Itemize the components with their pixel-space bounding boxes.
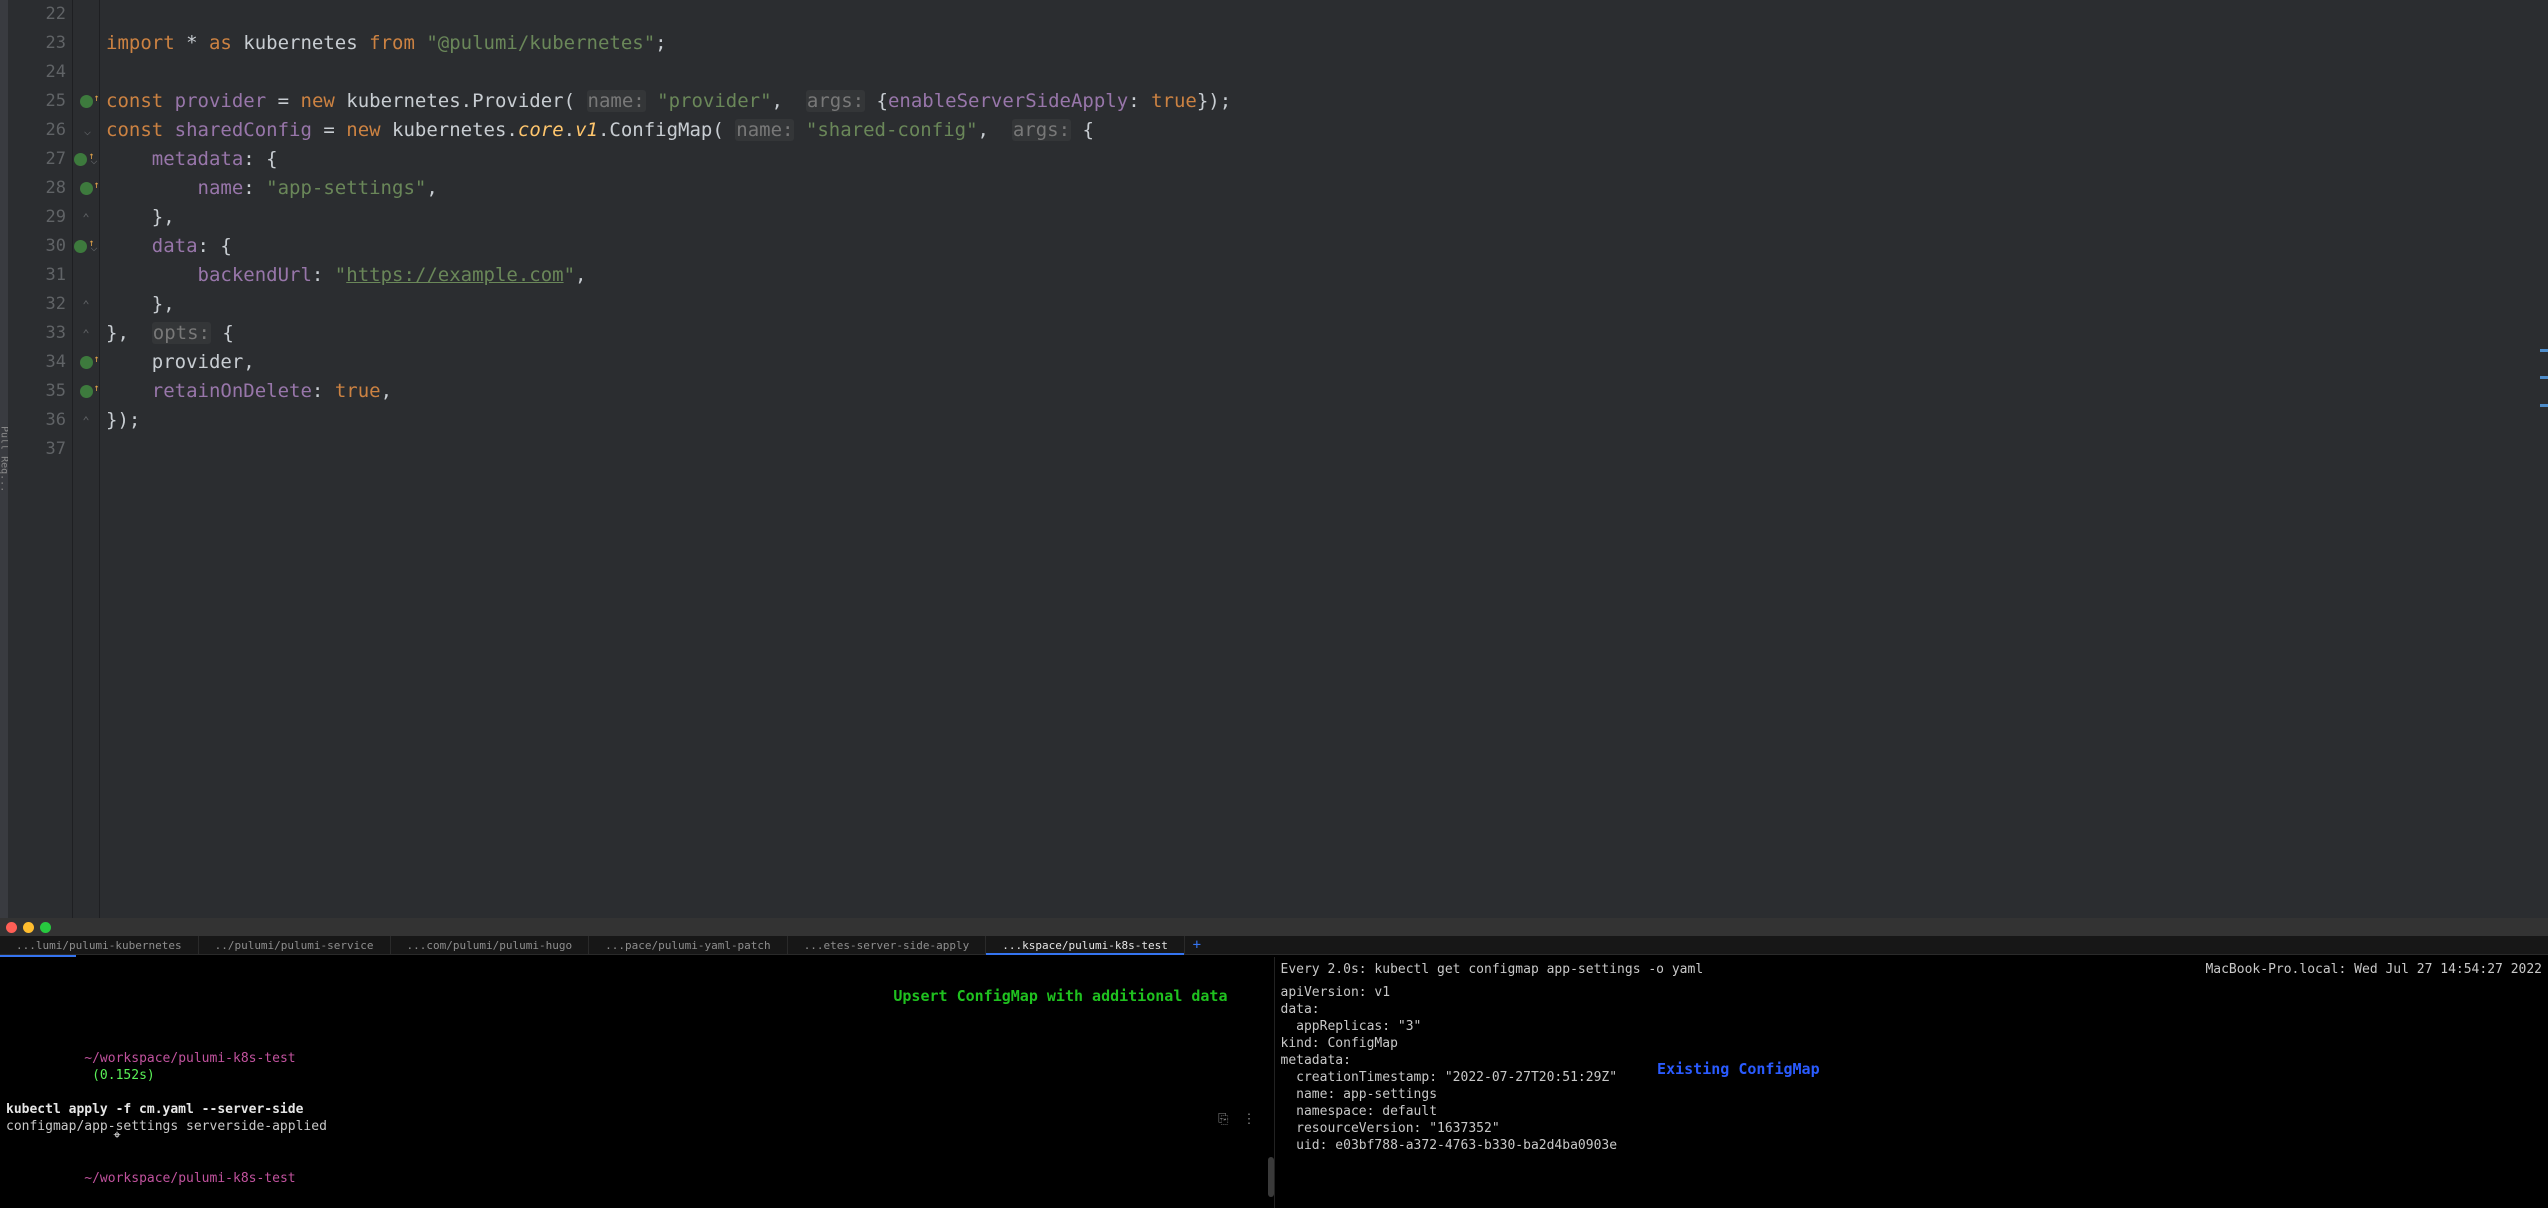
yaml-line: appReplicas: "3" [1281, 1018, 1618, 1035]
terminal-window: ...lumi/pulumi-kubernetes../pulumi/pulum… [0, 918, 2548, 1208]
yaml-line: resourceVersion: "1637352" [1281, 1120, 1618, 1137]
code-line[interactable]: }, [106, 203, 2548, 232]
gutter-marks: ↑ ↑ ↑ ⌃ ↑ ⌃ ⌃ ↑ ↑ ⌃ [73, 0, 100, 918]
code-line[interactable]: import * as kubernetes from "@pulumi/kub… [106, 29, 2548, 58]
code-line[interactable]: provider, [106, 348, 2548, 377]
hint-icon: ↑ [80, 182, 93, 195]
add-tab-button[interactable]: + [1185, 936, 1209, 954]
line-number: 22 [8, 0, 66, 29]
line-number: 31 [8, 261, 66, 290]
terminal-tab[interactable]: ...pace/pulumi-yaml-patch [589, 936, 788, 954]
right-banner: Existing ConfigMap [1657, 1061, 1820, 1078]
close-dot-icon[interactable] [6, 922, 17, 933]
yaml-line: creationTimestamp: "2022-07-27T20:51:29Z… [1281, 1069, 1618, 1086]
code-line[interactable] [106, 58, 2548, 87]
fold-end-icon: ⌃ [82, 298, 89, 312]
prompt-timing [84, 1068, 92, 1083]
code-line[interactable]: }); [106, 406, 2548, 435]
fold-end-icon: ⌃ [82, 327, 89, 341]
code-line[interactable]: backendUrl: "https://example.com", [106, 261, 2548, 290]
line-number: 25 [8, 87, 66, 116]
yaml-output: apiVersion: v1data: appReplicas: "3"kind… [1281, 984, 1618, 1154]
line-number-gutter: 22232425262728293031323334353637 [8, 0, 73, 918]
line-number: 29 [8, 203, 66, 232]
watch-command: Every 2.0s: kubectl get configmap app-se… [1281, 961, 1704, 978]
terminal-right-pane[interactable]: Every 2.0s: kubectl get configmap app-se… [1275, 957, 2548, 1208]
terminal-left-pane[interactable]: Upsert ConfigMap with additional data ⎘ … [0, 957, 1275, 1208]
yaml-line: kind: ConfigMap [1281, 1035, 1618, 1052]
scrollbar-thumb[interactable] [1268, 1157, 1274, 1197]
gutter-hint: ↑ [73, 377, 99, 406]
code-line[interactable]: data: { [106, 232, 2548, 261]
hint-icon: ↑ [74, 153, 87, 166]
code-line[interactable]: name: "app-settings", [106, 174, 2548, 203]
left-banner: Upsert ConfigMap with additional data [6, 988, 1268, 1005]
gutter-hint: ↑ [73, 145, 99, 174]
yaml-line: namespace: default [1281, 1103, 1618, 1120]
editor-scroll-markers [2536, 0, 2548, 918]
code-line[interactable] [106, 0, 2548, 29]
yaml-line: uid: e03bf788-a372-4763-b330-ba2d4ba0903… [1281, 1137, 1618, 1154]
code-line[interactable]: retainOnDelete: true, [106, 377, 2548, 406]
line-number: 35 [8, 377, 66, 406]
code-line[interactable]: }, [106, 290, 2548, 319]
code-area[interactable]: import * as kubernetes from "@pulumi/kub… [100, 0, 2548, 918]
line-number: 32 [8, 290, 66, 319]
fold-end-icon: ⌃ [82, 414, 89, 428]
line-number: 33 [8, 319, 66, 348]
gutter-hint: ↑ [73, 232, 99, 261]
line-number: 28 [8, 174, 66, 203]
watch-host-time: MacBook-Pro.local: Wed Jul 27 14:54:27 2… [2205, 961, 2542, 978]
prompt-timing-value: (0.152s) [92, 1068, 155, 1083]
hint-icon: ↑ [74, 240, 87, 253]
mouse-cursor-icon: ⌖ [104, 1127, 130, 1144]
yaml-line: metadata: [1281, 1052, 1618, 1069]
hint-icon: ↑ [80, 385, 93, 398]
yaml-line: name: app-settings [1281, 1086, 1618, 1103]
more-icon[interactable]: ⋮ [1243, 1111, 1256, 1128]
command-output: configmap/app-settings serverside-applie… [6, 1118, 1268, 1135]
yaml-line: apiVersion: v1 [1281, 984, 1618, 1001]
line-number: 23 [8, 29, 66, 58]
terminal-tabs: ...lumi/pulumi-kubernetes../pulumi/pulum… [0, 936, 2548, 955]
gutter-hint: ↑ [73, 348, 99, 377]
gutter-hint: ↑ [73, 87, 99, 116]
terminal-tab[interactable]: ...lumi/pulumi-kubernetes [0, 936, 199, 954]
fold-end-icon: ⌃ [82, 211, 89, 225]
code-line[interactable]: const sharedConfig = new kubernetes.core… [106, 116, 2548, 145]
line-number: 26 [8, 116, 66, 145]
code-line[interactable]: const provider = new kubernetes.Provider… [106, 87, 2548, 116]
bookmark-icon[interactable]: ⎘ [1218, 1111, 1228, 1128]
fold-icon [84, 124, 91, 138]
terminal-titlebar [0, 918, 2548, 936]
zoom-dot-icon[interactable] [40, 922, 51, 933]
minimize-dot-icon[interactable] [23, 922, 34, 933]
line-number: 27 [8, 145, 66, 174]
terminal-tab[interactable]: ...com/pulumi/pulumi-hugo [391, 936, 590, 954]
line-number: 30 [8, 232, 66, 261]
code-line[interactable]: metadata: { [106, 145, 2548, 174]
typed-command: kubectl apply -f cm.yaml --server-side [6, 1101, 1268, 1118]
line-number: 37 [8, 435, 66, 464]
code-editor[interactable]: Pull Req... 2223242526272829303132333435… [0, 0, 2548, 918]
line-number: 34 [8, 348, 66, 377]
terminal-tab[interactable]: ...kspace/pulumi-k8s-test [986, 936, 1185, 954]
code-line[interactable]: }, opts: { [106, 319, 2548, 348]
left-tool-strip[interactable]: Pull Req... [0, 0, 8, 918]
hint-icon: ↑ [80, 356, 93, 369]
terminal-tab[interactable]: ../pulumi/pulumi-service [199, 936, 391, 954]
hint-icon: ↑ [80, 95, 93, 108]
line-number: 36 [8, 406, 66, 435]
prompt-cwd: ~/workspace/pulumi-k8s-test [84, 1051, 295, 1066]
terminal-tab[interactable]: ...etes-server-side-apply [788, 936, 987, 954]
prompt-cwd-2: ~/workspace/pulumi-k8s-test [84, 1171, 295, 1186]
code-line[interactable] [106, 435, 2548, 464]
gutter-hint: ↑ [73, 174, 99, 203]
yaml-line: data: [1281, 1001, 1618, 1018]
line-number: 24 [8, 58, 66, 87]
